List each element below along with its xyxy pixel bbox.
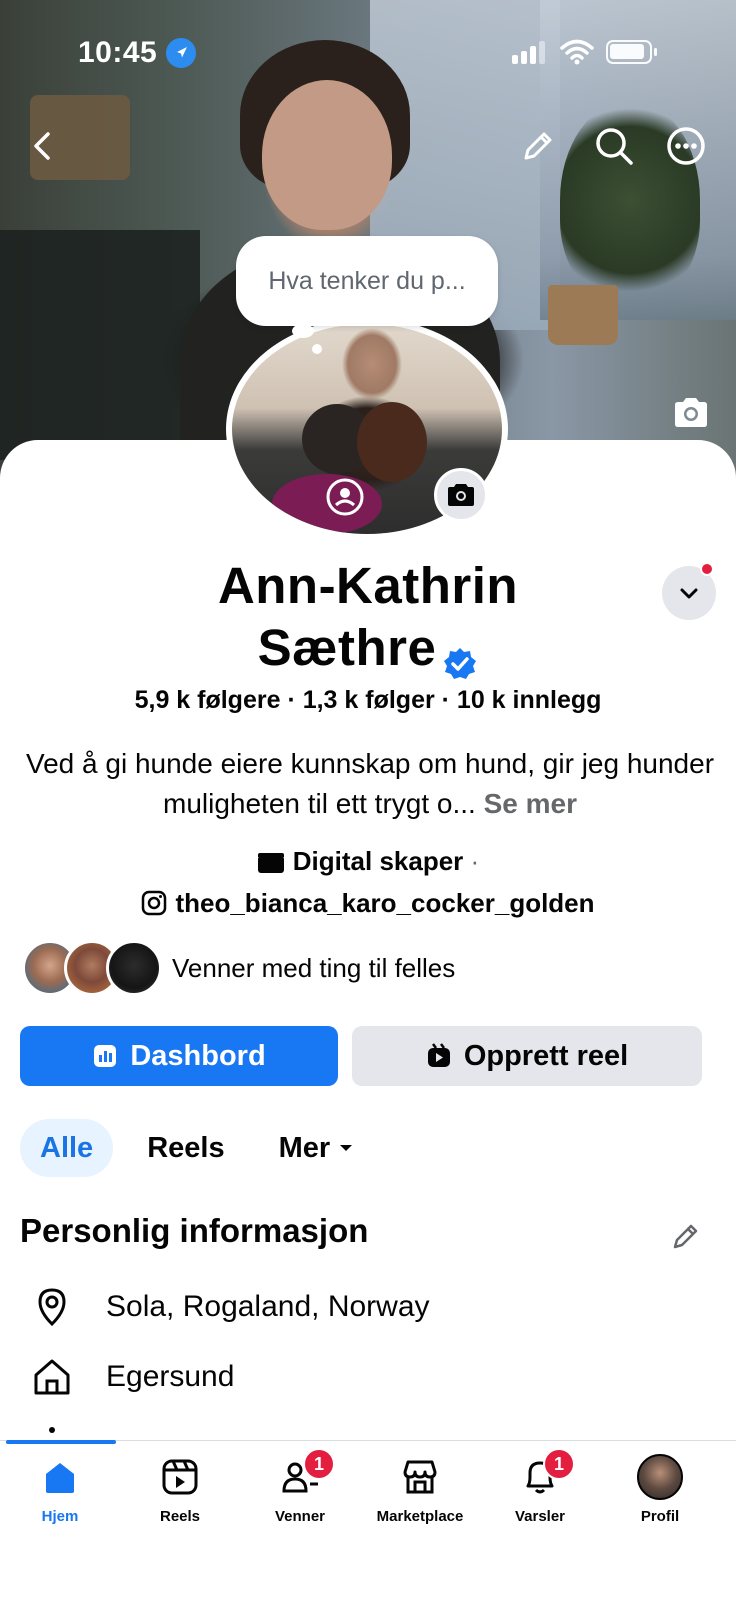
bell-icon: 1 <box>515 1448 575 1502</box>
pencil-icon <box>524 132 552 160</box>
mutual-friends-label: Venner med ting til felles <box>172 952 456 983</box>
profile-meta: Digital skaper · theo_bianca_karo_cocker… <box>0 840 736 924</box>
instagram-icon <box>142 890 167 916</box>
friends-badge: 1 <box>303 1448 335 1480</box>
nav-notifications[interactable]: 1 Varsler <box>480 1448 600 1525</box>
profile-tabs: Alle Reels Mer <box>20 1118 388 1178</box>
category-separator: · <box>470 846 480 876</box>
personal-info-title: Personlig informasjon <box>20 1212 369 1249</box>
chevron-left-icon <box>34 132 50 160</box>
profile-stats[interactable]: 5,9 k følgere · 1,3 k følger · 10 k innl… <box>0 686 736 715</box>
camera-icon <box>448 484 474 506</box>
cover-person-face <box>262 80 392 230</box>
location-text: Sola, Rogaland, Norway <box>106 1290 430 1323</box>
camera-icon <box>675 398 707 427</box>
edit-button[interactable] <box>516 124 560 168</box>
cover-furniture <box>0 230 200 460</box>
more-options-button[interactable] <box>664 124 708 168</box>
reel-create-icon <box>427 1043 450 1067</box>
search-icon <box>596 128 633 165</box>
more-icon <box>667 127 705 165</box>
bubble-tail-large <box>292 324 314 338</box>
mutual-friends-row[interactable]: Venner med ting til felles <box>22 940 455 996</box>
tab-mer-label: Mer <box>278 1131 331 1164</box>
create-reel-button[interactable]: Opprett reel <box>352 1026 702 1086</box>
bubble-tail-small <box>312 344 322 354</box>
nav-profile-label: Profil <box>640 1508 680 1525</box>
instagram-handle[interactable]: theo_bianca_karo_cocker_golden <box>175 888 594 918</box>
verified-badge-icon <box>442 634 478 679</box>
battery-icon <box>606 40 657 64</box>
clapperboard-icon <box>257 853 284 873</box>
edit-personal-info-button[interactable] <box>668 1218 704 1254</box>
location-row: Sola, Rogaland, Norway <box>30 1282 430 1332</box>
see-more-link[interactable]: Se mer <box>484 788 577 819</box>
edit-cover-camera-button[interactable] <box>670 392 712 434</box>
nav-reels-label: Reels <box>159 1508 201 1525</box>
nav-profile[interactable]: Profil <box>600 1452 720 1525</box>
pencil-icon <box>673 1224 698 1249</box>
profile-name-line2: Sæthre <box>257 619 437 676</box>
active-tab-indicator <box>6 1440 116 1444</box>
reels-icon <box>155 1452 205 1502</box>
status-time: 10:45 <box>78 36 158 69</box>
cover-pot <box>548 285 618 345</box>
profile-bio: Ved å gi hunde eiere kunnskap om hund, g… <box>20 744 720 824</box>
notifications-badge: 1 <box>543 1448 575 1480</box>
nav-reels[interactable]: Reels <box>120 1452 240 1525</box>
instagram-row[interactable]: theo_bianca_karo_cocker_golden <box>0 882 736 924</box>
tab-reels[interactable]: Reels <box>127 1119 244 1177</box>
home-icon <box>35 1452 85 1502</box>
tab-alle[interactable]: Alle <box>20 1119 114 1177</box>
back-button[interactable] <box>22 124 66 168</box>
hometown-text: Egersund <box>106 1360 235 1393</box>
profile-name: Ann-Kathrin Sæthre <box>0 555 736 679</box>
profile-avatar <box>635 1452 685 1502</box>
dashboard-label: Dashbord <box>130 1039 266 1072</box>
dashboard-icon <box>94 1045 117 1067</box>
profile-name-line1: Ann-Kathrin <box>217 557 519 614</box>
friends-icon: 1 <box>275 1448 335 1502</box>
dashboard-button[interactable]: Dashbord <box>20 1026 338 1086</box>
bio-text: Ved å gi hunde eiere kunnskap om hund, g… <box>25 748 715 819</box>
home-icon <box>30 1355 74 1399</box>
location-pin-icon <box>30 1285 74 1329</box>
category-row: Digital skaper · <box>0 840 736 882</box>
create-reel-label: Opprett reel <box>463 1039 629 1072</box>
nav-friends[interactable]: 1 Venner <box>240 1448 360 1525</box>
nav-home-label: Hjem <box>41 1508 79 1525</box>
nav-notifications-label: Varsler <box>514 1508 566 1525</box>
marketplace-icon <box>395 1452 445 1502</box>
caret-down-icon <box>340 1145 353 1151</box>
nav-marketplace[interactable]: Marketplace <box>360 1452 480 1525</box>
status-bar: 10:45 <box>0 0 736 100</box>
profile-name-line2-wrap: Sæthre <box>0 617 736 679</box>
wifi-icon <box>560 38 594 71</box>
edit-profile-picture-button[interactable] <box>434 468 488 522</box>
category-label: Digital skaper <box>292 846 464 876</box>
nav-friends-label: Venner <box>274 1508 326 1525</box>
profile-frame-badge-icon <box>320 472 370 522</box>
cellular-signal-icon <box>512 40 545 64</box>
location-arrow-icon <box>166 38 196 68</box>
photo-dog-brown <box>357 402 427 482</box>
nav-home[interactable]: Hjem <box>0 1452 120 1525</box>
hometown-row: Egersund <box>30 1352 234 1402</box>
tab-mer[interactable]: Mer <box>259 1119 375 1177</box>
mutual-friend-avatar <box>106 940 162 996</box>
status-note-bubble[interactable]: Hva tenker du p... <box>236 236 498 326</box>
search-button[interactable] <box>592 124 636 168</box>
nav-marketplace-label: Marketplace <box>376 1508 464 1525</box>
